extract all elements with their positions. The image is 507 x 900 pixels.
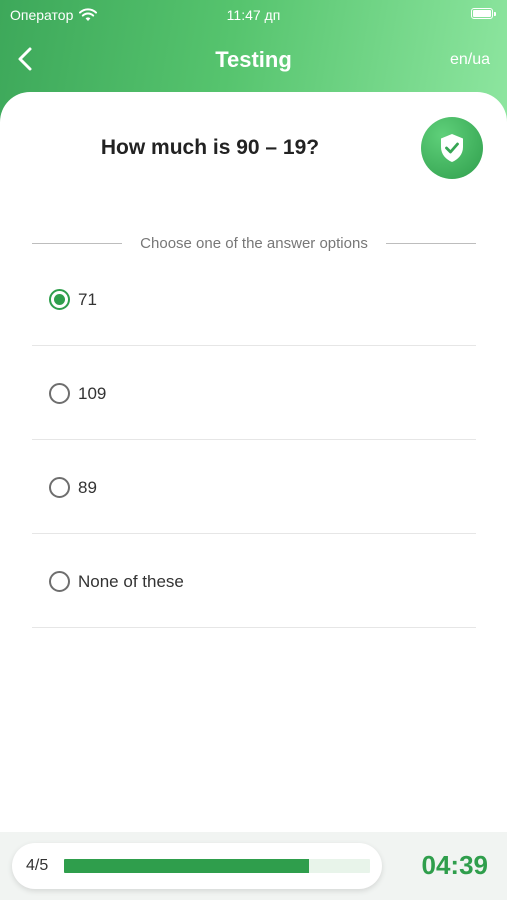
status-bar: Оператор 11:47 дп [0, 0, 507, 28]
shield-badge [421, 117, 483, 179]
progress-count: 4/5 [26, 857, 49, 874]
radio-button[interactable] [49, 289, 70, 310]
instruction-row: Choose one of the answer options [32, 233, 476, 253]
divider-left [32, 242, 123, 244]
shield-check-icon [441, 134, 463, 162]
progress-bar [64, 859, 370, 873]
radio-button[interactable] [49, 571, 70, 592]
answer-option-none[interactable]: None of these [32, 534, 476, 628]
option-label: 71 [78, 290, 97, 309]
status-time: 11:47 дп [226, 7, 281, 23]
radio-button[interactable] [49, 477, 70, 498]
battery-icon [471, 8, 496, 19]
option-label: None of these [78, 572, 184, 591]
option-label: 109 [78, 384, 107, 403]
answer-option-109[interactable]: 109 [32, 346, 476, 440]
question-text: How much is 90 – 19? [100, 136, 320, 159]
radio-button[interactable] [49, 383, 70, 404]
instruction-text: Choose one of the answer options [140, 234, 368, 252]
footer-bar: 4/5 04:39 [0, 832, 507, 900]
answer-option-89[interactable]: 89 [32, 440, 476, 534]
page-title: Testing [215, 47, 292, 72]
option-label: 89 [78, 478, 97, 497]
question-card: How much is 90 – 19? Choose one of the a… [0, 92, 507, 832]
countdown-timer: 04:39 [421, 850, 489, 880]
progress-card: 4/5 [12, 843, 382, 889]
divider-right [385, 242, 476, 244]
language-toggle[interactable]: en/ua [450, 51, 490, 69]
progress-fill [64, 859, 309, 873]
answer-options: 71 109 89 None of these [32, 252, 476, 628]
answer-option-71[interactable]: 71 [32, 252, 476, 346]
navigation-bar: Testing en/ua [0, 36, 507, 82]
